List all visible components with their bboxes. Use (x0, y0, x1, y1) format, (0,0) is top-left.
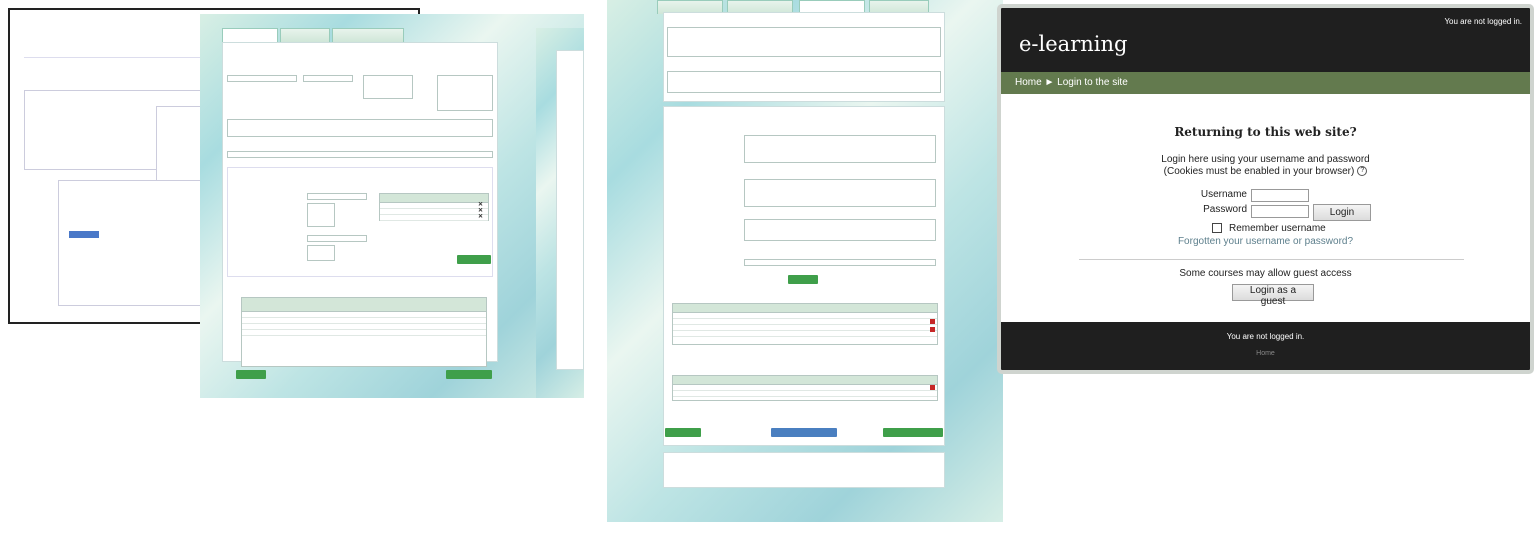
textarea-field[interactable] (667, 71, 941, 93)
breadcrumb: Home ► Login to the site (1001, 72, 1530, 94)
cookies-note: (Cookies must be enabled in your browser… (1163, 166, 1355, 177)
medical-form-panel (663, 106, 945, 446)
add-button[interactable] (788, 275, 818, 284)
add-button[interactable] (457, 255, 491, 264)
results-table (379, 193, 489, 221)
list-field[interactable] (363, 75, 413, 99)
forgot-password-link[interactable]: Forgotten your username or password? (1001, 236, 1530, 247)
next-button[interactable] (883, 428, 943, 437)
login-heading: Returning to this web site? (1174, 125, 1357, 139)
help-icon[interactable]: ? (1357, 166, 1368, 177)
add-button[interactable] (69, 231, 99, 238)
tab-1[interactable] (222, 28, 278, 42)
select-field[interactable] (303, 75, 353, 82)
breadcrumb-home-link[interactable]: Home (1015, 77, 1042, 88)
login-intro-line1: Login here using your username and passw… (1161, 154, 1370, 165)
textarea-field[interactable] (667, 27, 941, 57)
next-button[interactable] (446, 370, 492, 379)
password-label: Password (1203, 204, 1247, 215)
form-panel-2 (556, 50, 584, 370)
secondary-admin-window (58, 180, 206, 306)
search-section (227, 167, 493, 277)
list-field[interactable] (307, 203, 335, 227)
guest-login-button[interactable]: Login as a guest (1232, 284, 1314, 307)
site-name[interactable]: e-learning (1019, 32, 1127, 56)
textarea-field[interactable] (744, 219, 936, 241)
login-intro-line2: (Cookies must be enabled in your browser… (1001, 166, 1530, 177)
lab-exam-table (672, 375, 938, 401)
login-status-top: You are not logged in. (1444, 17, 1522, 26)
username-label: Username (1200, 189, 1247, 200)
remember-username-label: Remember username (1229, 223, 1326, 234)
selected-products-table (241, 297, 487, 367)
textarea-field[interactable] (227, 119, 493, 137)
footer-home-link[interactable]: Home (1001, 350, 1530, 357)
breadcrumb-current: Login to the site (1057, 77, 1128, 88)
login-button[interactable]: Login (1313, 204, 1371, 221)
select-field[interactable] (307, 235, 367, 242)
site-header: e-learning You are not logged in. (1001, 8, 1530, 72)
breadcrumb-separator-icon: ► (1044, 77, 1055, 88)
green-app-window-2-partial (536, 28, 584, 398)
red-remove-icon[interactable] (930, 327, 935, 332)
text-field[interactable] (227, 151, 493, 158)
red-remove-icon[interactable] (930, 319, 935, 324)
form-panel-1: ✕ ✕ ✕ (222, 42, 498, 367)
tab-2[interactable] (280, 28, 330, 42)
password-input[interactable] (1251, 205, 1309, 218)
back-button[interactable] (665, 428, 701, 437)
tab-3[interactable] (332, 28, 404, 42)
link-area (24, 62, 224, 82)
history-panel (663, 12, 945, 102)
divider (1079, 259, 1464, 260)
save-button[interactable] (771, 428, 837, 437)
username-input[interactable] (1251, 189, 1309, 202)
login-status-footer: You are not logged in. (1226, 332, 1305, 341)
list-field[interactable] (307, 245, 335, 261)
moodle-login-window: e-learning You are not logged in. Home ►… (997, 4, 1534, 374)
list-field[interactable] (744, 135, 936, 163)
select-field[interactable] (227, 75, 297, 82)
site-footer: You are not logged in. Home (1001, 322, 1530, 370)
remember-username-checkbox[interactable] (1212, 223, 1222, 233)
guest-access-notice: Some courses may allow guest access (1179, 268, 1352, 279)
text-field[interactable] (744, 259, 936, 266)
back-button[interactable] (236, 370, 266, 379)
exam-table (672, 303, 938, 345)
delete-x-icon[interactable]: ✕ (478, 213, 483, 220)
green-app-window-3 (607, 0, 1003, 522)
list-field[interactable] (437, 75, 493, 111)
red-remove-icon[interactable] (930, 385, 935, 390)
list-field[interactable] (744, 179, 936, 207)
select-field[interactable] (307, 193, 367, 200)
footer-panel (663, 452, 945, 488)
green-app-window-1: ✕ ✕ ✕ (200, 14, 584, 398)
